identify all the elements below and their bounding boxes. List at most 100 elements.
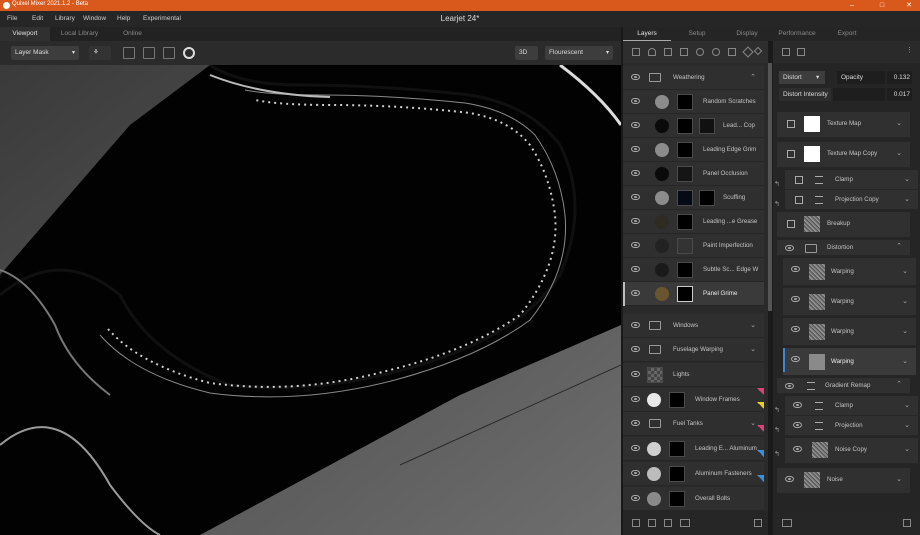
mask-icon[interactable] [664,519,672,527]
layer-folder-weathering[interactable]: Weathering ⌃ [623,66,764,90]
chevron-up-icon[interactable]: ⌃ [750,73,756,81]
layer-mask-thumb[interactable] [677,286,693,302]
checkbox[interactable] [787,120,795,128]
distort-intensity-slider[interactable] [833,88,885,101]
chevron-down-icon[interactable]: ⌄ [904,175,910,183]
eye-icon[interactable] [631,495,640,501]
mask-mode-dropdown[interactable]: Layer Mask ▾ [11,46,79,60]
layer-lights[interactable]: Lights [623,363,764,387]
eye-icon[interactable] [631,290,640,296]
trash-icon[interactable] [903,519,911,527]
layer-folder-fuselage-warping[interactable]: Fuselage Warping ⌄ [623,338,764,362]
eye-icon[interactable] [791,266,800,272]
chevron-down-icon[interactable]: ⌄ [750,419,756,427]
new-folder-icon[interactable] [680,519,690,527]
node-clamp[interactable]: Clamp ⌄ [785,170,918,190]
chevron-down-icon[interactable]: ⌄ [896,119,902,127]
eye-icon[interactable] [631,194,640,200]
tab-export[interactable]: Export [823,27,871,41]
node-breakup[interactable]: Breakup [777,212,910,238]
eye-icon[interactable] [791,356,800,362]
view-mode-dropdown[interactable]: 3D [515,46,538,60]
eye-icon[interactable] [793,402,802,408]
eye-icon[interactable] [785,383,794,389]
layer-mask-thumb[interactable] [699,118,715,134]
layer-mask-thumb[interactable] [677,262,693,278]
node-warping-4[interactable]: Warping ⌄ [783,348,916,376]
maximize-button[interactable]: □ [871,0,893,11]
layer-random-scratches[interactable]: Random Scratches [623,90,764,114]
chevron-down-icon[interactable]: ⌄ [902,267,908,275]
node-warping-1[interactable]: Warping ⌄ [783,258,916,286]
layer-settings-icon[interactable] [782,48,790,56]
layer-lead-cop[interactable]: Lead... Cop [623,114,764,138]
checkbox[interactable] [795,176,803,184]
tab-layers[interactable]: Layers [623,27,671,41]
layer-subtle-edge[interactable]: Subtle Sc... Edge W [623,258,764,282]
eye-icon[interactable] [791,296,800,302]
layer-paint-imperfection[interactable]: Paint Imperfection [623,234,764,258]
eye-icon[interactable] [631,122,640,128]
eye-icon[interactable] [631,445,640,451]
add-layer-icon[interactable] [632,519,640,527]
chevron-down-icon[interactable]: ⌄ [902,297,908,305]
layer-mask-thumb[interactable] [669,441,685,457]
3d-viewport[interactable] [0,65,621,535]
circle-icon[interactable] [712,48,720,56]
layer-mask-thumb[interactable] [677,118,693,134]
node-texture-map-copy[interactable]: Texture Map Copy ⌄ [777,142,910,168]
lighting-dropdown[interactable]: Flourescent ▾ [545,46,613,60]
node-projection[interactable]: Projection ⌄ [785,416,918,436]
chevron-down-icon[interactable]: ⌄ [750,321,756,329]
grid-dots-icon[interactable] [163,47,175,59]
distort-intensity-field[interactable]: 0.017 [887,88,912,101]
layer-scrollbar[interactable] [768,63,772,311]
chevron-down-icon[interactable]: ⌄ [902,327,908,335]
adjustments-icon[interactable] [797,48,805,56]
tab-setup[interactable]: Setup [673,27,721,41]
eye-icon[interactable] [793,422,802,428]
eye-icon[interactable] [631,470,640,476]
eye-icon[interactable] [631,74,640,80]
node-noise-copy[interactable]: Noise Copy ⌄ [785,438,918,464]
more-options-icon[interactable]: ⋮ [906,46,914,54]
layer-scuffing[interactable]: Scuffing [623,186,764,210]
trash-icon[interactable] [754,519,762,527]
checkbox[interactable] [787,150,795,158]
drop-icon[interactable] [696,48,704,56]
brush-icon[interactable] [742,46,754,58]
node-warping-3[interactable]: Warping ⌄ [783,318,916,346]
surface-layer-icon[interactable] [664,48,672,56]
blend-mode-dropdown[interactable]: Distort ▾ [779,71,825,84]
layer-leading-grease[interactable]: Leading ...e Grease [623,210,764,234]
layer-folder-fuel-tanks[interactable]: Fuel Tanks ⌄ [623,402,764,436]
chevron-down-icon[interactable]: ⌄ [904,401,910,409]
layer-leading-edge-grim[interactable]: Leading Edge Grim [623,138,764,162]
layer-mask-thumb[interactable] [699,190,715,206]
layer-mask-thumb[interactable] [669,466,685,482]
chevron-up-icon[interactable]: ⌃ [896,380,902,388]
eye-icon[interactable] [631,396,640,402]
layer-overall-bolts[interactable]: Overall Bolts [623,475,764,511]
layer-mask-thumb[interactable] [677,142,693,158]
group-distortion[interactable]: Distortion ⌃ [777,240,910,256]
layer-window-frames[interactable]: Window Frames [623,388,764,412]
layer-mask-thumb[interactable] [669,491,685,507]
layer-mask-thumb[interactable] [677,238,693,254]
layer-aluminum-fasteners[interactable]: Aluminum Fasteners [623,450,764,486]
eye-icon[interactable] [785,476,794,482]
chevron-down-icon[interactable]: ⌄ [750,345,756,353]
chevron-down-icon[interactable]: ⌄ [904,445,910,453]
tab-viewport[interactable]: Viewport [0,27,50,41]
checkbox[interactable] [787,220,795,228]
layer-mask-thumb[interactable] [677,190,693,206]
node-texture-map[interactable]: Texture Map ⌄ [777,112,910,138]
eye-icon[interactable] [631,218,640,224]
viewport-render[interactable] [0,65,621,535]
close-button[interactable]: ✕ [898,0,920,11]
node-clamp-2[interactable]: Clamp ⌄ [785,396,918,416]
solid-layer-icon[interactable] [680,48,688,56]
node-noise[interactable]: Noise ⌄ [777,468,910,494]
node-warping-2[interactable]: Warping ⌄ [783,288,916,316]
tab-online[interactable]: Online [110,27,155,41]
